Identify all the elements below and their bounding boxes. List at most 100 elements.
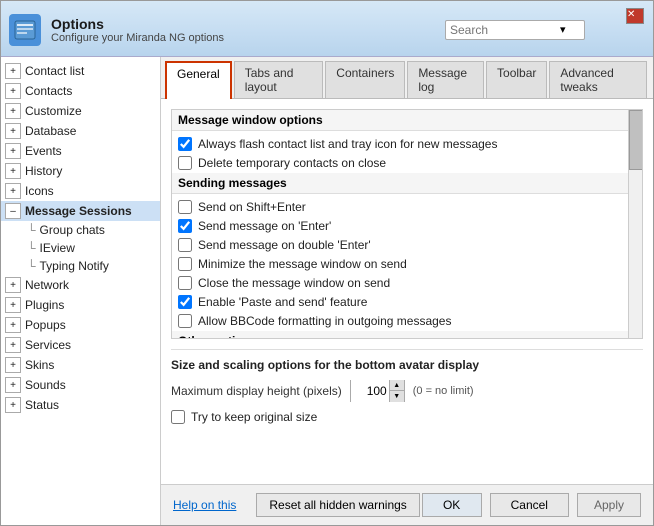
tab-toolbar[interactable]: Toolbar xyxy=(486,61,547,98)
expander-icon[interactable]: – xyxy=(5,203,21,219)
checkbox-bbcode[interactable] xyxy=(178,314,192,328)
scrollbar-thumb[interactable] xyxy=(629,110,643,170)
option-paste-send[interactable]: Enable 'Paste and send' feature xyxy=(172,293,642,311)
checkbox-keep-original[interactable] xyxy=(171,410,185,424)
size-section: Size and scaling options for the bottom … xyxy=(171,349,643,427)
ok-button[interactable]: OK xyxy=(422,493,482,517)
max-height-label: Maximum display height (pixels) xyxy=(171,384,342,398)
sidebar-item-sounds[interactable]: + Sounds xyxy=(1,375,160,395)
checkbox-send-enter[interactable] xyxy=(178,219,192,233)
app-icon xyxy=(9,14,41,46)
sidebar-item-skins[interactable]: + Skins xyxy=(1,355,160,375)
sidebar-item-history[interactable]: + History xyxy=(1,161,160,181)
option-keep-original[interactable]: Try to keep original size xyxy=(171,408,643,426)
search-box[interactable]: ▾ xyxy=(445,20,585,40)
option-send-enter[interactable]: Send message on 'Enter' xyxy=(172,217,642,235)
checkbox-send-shift-enter[interactable] xyxy=(178,200,192,214)
expander-icon[interactable]: + xyxy=(5,163,21,179)
options-scroll-area[interactable]: Message window options Always flash cont… xyxy=(171,109,643,339)
window-title: Options xyxy=(51,16,224,32)
sidebar-item-group-chats[interactable]: └ Group chats xyxy=(1,221,160,239)
label-send-shift-enter: Send on Shift+Enter xyxy=(198,200,306,214)
option-close-window[interactable]: Close the message window on send xyxy=(172,274,642,292)
label-delete-temp: Delete temporary contacts on close xyxy=(198,156,386,170)
label-flash-contact: Always flash contact list and tray icon … xyxy=(198,137,497,151)
label-send-double-enter: Send message on double 'Enter' xyxy=(198,238,371,252)
tab-message-log[interactable]: Message log xyxy=(407,61,484,98)
expander-icon[interactable]: + xyxy=(5,63,21,79)
tab-tabs-layout[interactable]: Tabs and layout xyxy=(234,61,324,98)
section-message-window: Message window options xyxy=(172,110,642,131)
sidebar-item-customize[interactable]: + Customize xyxy=(1,101,160,121)
sidebar-item-plugins[interactable]: + Plugins xyxy=(1,295,160,315)
option-bbcode[interactable]: Allow BBCode formatting in outgoing mess… xyxy=(172,312,642,330)
sidebar-item-message-sessions[interactable]: – Message Sessions xyxy=(1,201,160,221)
size-section-title: Size and scaling options for the bottom … xyxy=(171,358,643,372)
checkbox-close-window[interactable] xyxy=(178,276,192,290)
sidebar-item-status[interactable]: + Status xyxy=(1,395,160,415)
checkbox-send-double-enter[interactable] xyxy=(178,238,192,252)
option-send-double-enter[interactable]: Send message on double 'Enter' xyxy=(172,236,642,254)
section-other-options: Other options xyxy=(172,331,642,339)
label-keep-original: Try to keep original size xyxy=(191,410,317,424)
expander-icon[interactable]: + xyxy=(5,103,21,119)
option-flash-contact[interactable]: Always flash contact list and tray icon … xyxy=(172,135,642,153)
checkbox-minimize-window[interactable] xyxy=(178,257,192,271)
spinner-down[interactable]: ▼ xyxy=(390,391,404,402)
help-link[interactable]: Help on this xyxy=(173,498,236,512)
expander-icon[interactable]: + xyxy=(5,357,21,373)
sidebar-item-contact-list[interactable]: + Contact list xyxy=(1,61,160,81)
label-bbcode: Allow BBCode formatting in outgoing mess… xyxy=(198,314,451,328)
tab-general[interactable]: General xyxy=(165,61,232,99)
max-height-hint: (0 = no limit) xyxy=(413,385,474,397)
expander-icon[interactable]: + xyxy=(5,317,21,333)
checkbox-flash-contact[interactable] xyxy=(178,137,192,151)
sidebar-item-network[interactable]: + Network xyxy=(1,275,160,295)
label-paste-send: Enable 'Paste and send' feature xyxy=(198,295,367,309)
main-panel: Message window options Always flash cont… xyxy=(161,99,653,484)
sidebar: + Contact list + Contacts + Customize + … xyxy=(1,57,161,525)
sidebar-item-icons[interactable]: + Icons xyxy=(1,181,160,201)
sidebar-item-ieview[interactable]: └ IEview xyxy=(1,239,160,257)
tab-containers[interactable]: Containers xyxy=(325,61,405,98)
expander-icon[interactable]: + xyxy=(5,277,21,293)
expander-icon[interactable]: + xyxy=(5,337,21,353)
sidebar-item-events[interactable]: + Events xyxy=(1,141,160,161)
search-input[interactable] xyxy=(450,23,560,37)
expander-icon[interactable]: + xyxy=(5,397,21,413)
apply-button[interactable]: Apply xyxy=(577,493,641,517)
label-minimize-window: Minimize the message window on send xyxy=(198,257,407,271)
sidebar-item-typing-notify[interactable]: └ Typing Notify xyxy=(1,257,160,275)
option-minimize-window[interactable]: Minimize the message window on send xyxy=(172,255,642,273)
max-height-input[interactable] xyxy=(351,380,389,402)
tabs-bar: General Tabs and layout Containers Messa… xyxy=(161,57,653,99)
section-sending-messages: Sending messages xyxy=(172,173,642,194)
option-send-shift-enter[interactable]: Send on Shift+Enter xyxy=(172,198,642,216)
expander-icon[interactable]: + xyxy=(5,377,21,393)
max-height-spinner[interactable]: ▲ ▼ xyxy=(350,380,405,402)
sidebar-item-popups[interactable]: + Popups xyxy=(1,315,160,335)
scrollbar[interactable] xyxy=(628,110,642,338)
tab-advanced-tweaks[interactable]: Advanced tweaks xyxy=(549,61,647,98)
option-delete-temp[interactable]: Delete temporary contacts on close xyxy=(172,154,642,172)
checkbox-delete-temp[interactable] xyxy=(178,156,192,170)
label-close-window: Close the message window on send xyxy=(198,276,390,290)
expander-icon[interactable]: + xyxy=(5,83,21,99)
cancel-button[interactable]: Cancel xyxy=(490,493,569,517)
close-button[interactable]: ✕ xyxy=(626,8,644,24)
checkbox-paste-send[interactable] xyxy=(178,295,192,309)
expander-icon[interactable]: + xyxy=(5,143,21,159)
spinner-up[interactable]: ▲ xyxy=(390,380,404,391)
reset-button[interactable]: Reset all hidden warnings xyxy=(256,493,419,517)
footer: Help on this Reset all hidden warnings O… xyxy=(161,484,653,525)
titlebar: Options Configure your Miranda NG option… xyxy=(1,1,653,57)
window-subtitle: Configure your Miranda NG options xyxy=(51,32,224,44)
expander-icon[interactable]: + xyxy=(5,297,21,313)
sidebar-item-database[interactable]: + Database xyxy=(1,121,160,141)
expander-icon[interactable]: + xyxy=(5,183,21,199)
label-send-enter: Send message on 'Enter' xyxy=(198,219,331,233)
sidebar-item-services[interactable]: + Services xyxy=(1,335,160,355)
sidebar-item-contacts[interactable]: + Contacts xyxy=(1,81,160,101)
search-dropdown-arrow[interactable]: ▾ xyxy=(560,23,566,36)
expander-icon[interactable]: + xyxy=(5,123,21,139)
